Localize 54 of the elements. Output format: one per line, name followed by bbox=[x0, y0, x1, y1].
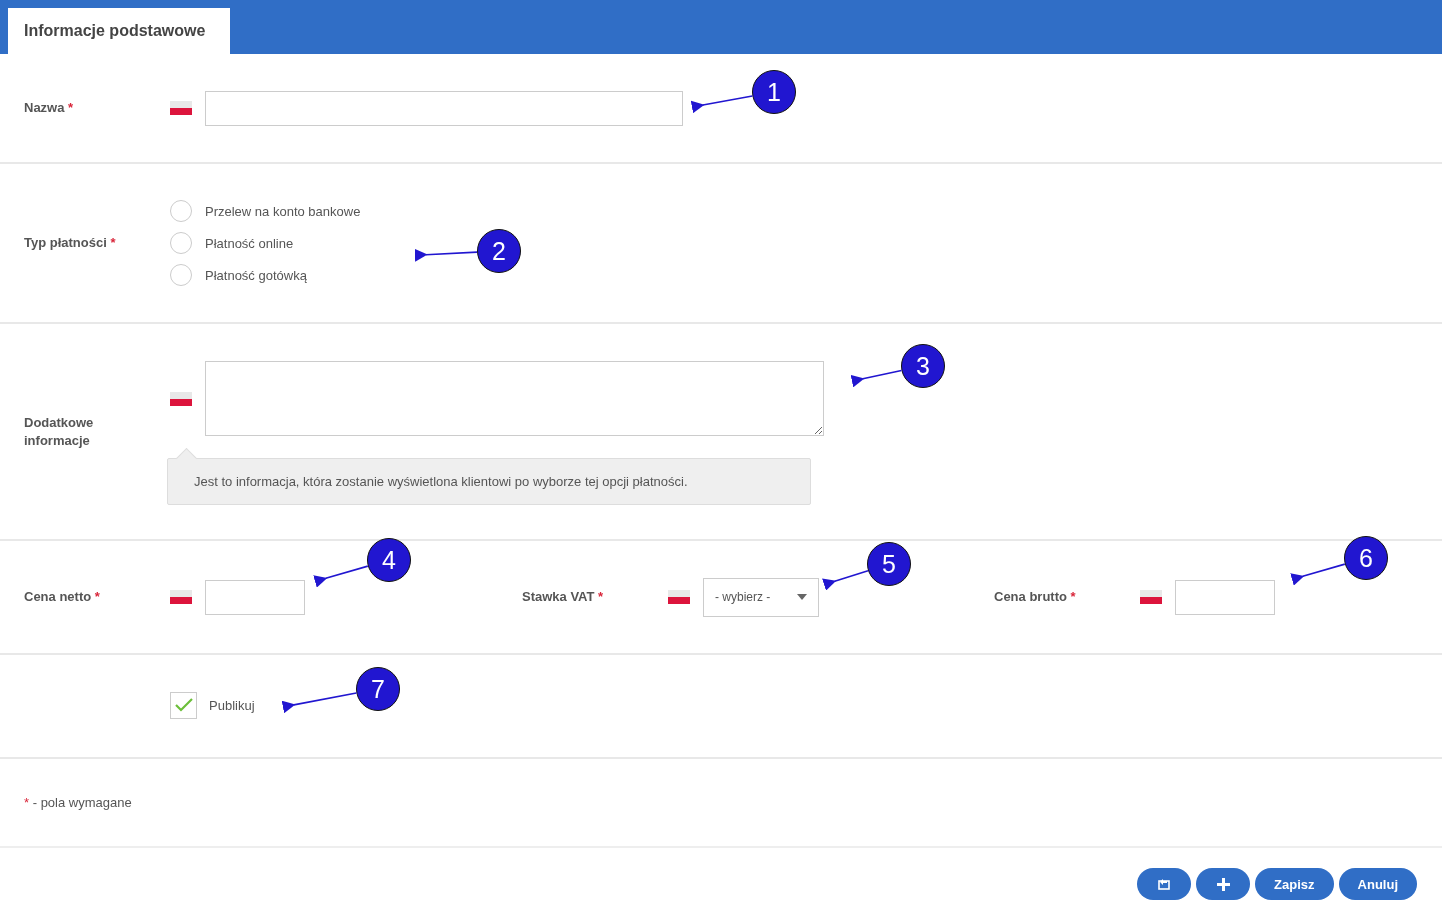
radio-button[interactable] bbox=[170, 232, 192, 254]
vat-select[interactable]: - wybierz - bbox=[703, 577, 819, 617]
arrow bbox=[313, 565, 369, 588]
field-label: Cena brutto bbox=[994, 589, 1067, 604]
required-mark: * bbox=[1070, 589, 1076, 604]
arrow bbox=[822, 569, 869, 591]
plus-icon bbox=[1216, 877, 1230, 891]
field-label: Typ płatności bbox=[24, 235, 107, 250]
callout-number: 6 bbox=[1344, 536, 1388, 580]
required-mark: * bbox=[110, 235, 116, 250]
radio-button[interactable] bbox=[170, 264, 192, 286]
flag-icon bbox=[668, 590, 690, 604]
checkbox-label: Publikuj bbox=[209, 697, 255, 713]
text-area[interactable] bbox=[205, 361, 824, 436]
arrow bbox=[690, 95, 754, 114]
arrow bbox=[850, 369, 903, 388]
check-icon bbox=[174, 698, 193, 712]
field-label: Nazwa bbox=[24, 100, 65, 115]
field-label: Cena netto bbox=[24, 589, 92, 604]
hint-tooltip: Jest to informacja, która zostanie wyświetlona klientowi po wyborze tej opcji płatności. bbox=[167, 450, 811, 505]
callout-number: 7 bbox=[356, 667, 400, 711]
field-label: Dodatkowe informacje bbox=[24, 415, 94, 448]
field-label: Stawka VAT bbox=[522, 589, 595, 604]
return-icon bbox=[1158, 878, 1171, 890]
required-note: - pola wymagane bbox=[32, 795, 132, 810]
option-label: Przelew na konto bankowe bbox=[205, 203, 361, 219]
arrow bbox=[1290, 563, 1346, 586]
callout-number: 2 bbox=[477, 229, 521, 273]
flag-icon bbox=[1140, 590, 1162, 604]
required-mark: * bbox=[24, 795, 30, 810]
name-input[interactable] bbox=[205, 90, 683, 126]
option-label: Płatność online bbox=[205, 235, 294, 251]
price-input[interactable] bbox=[1175, 579, 1275, 615]
back-button[interactable] bbox=[1137, 868, 1192, 900]
tab[interactable]: Informacje podstawowe bbox=[8, 8, 231, 54]
callout-number: 4 bbox=[367, 538, 411, 582]
flag-icon bbox=[170, 590, 192, 604]
arrow bbox=[414, 248, 478, 262]
callout-number: 5 bbox=[867, 542, 911, 586]
callout-number: 1 bbox=[752, 70, 796, 114]
callout-number: 3 bbox=[901, 344, 945, 388]
caret-icon bbox=[797, 594, 807, 600]
radio-button[interactable] bbox=[170, 200, 192, 222]
required-mark: * bbox=[598, 589, 604, 604]
add-button[interactable] bbox=[1196, 868, 1251, 900]
required-mark: * bbox=[68, 100, 74, 115]
option-label: Płatność gotówką bbox=[205, 267, 307, 283]
action-button[interactable]: Anuluj bbox=[1338, 868, 1417, 900]
required-mark: * bbox=[94, 589, 100, 604]
action-button[interactable]: Zapisz bbox=[1255, 868, 1334, 900]
price-input[interactable] bbox=[205, 579, 305, 615]
flag-icon bbox=[170, 101, 192, 115]
flag-icon bbox=[170, 391, 192, 406]
checkbox[interactable] bbox=[170, 691, 197, 719]
